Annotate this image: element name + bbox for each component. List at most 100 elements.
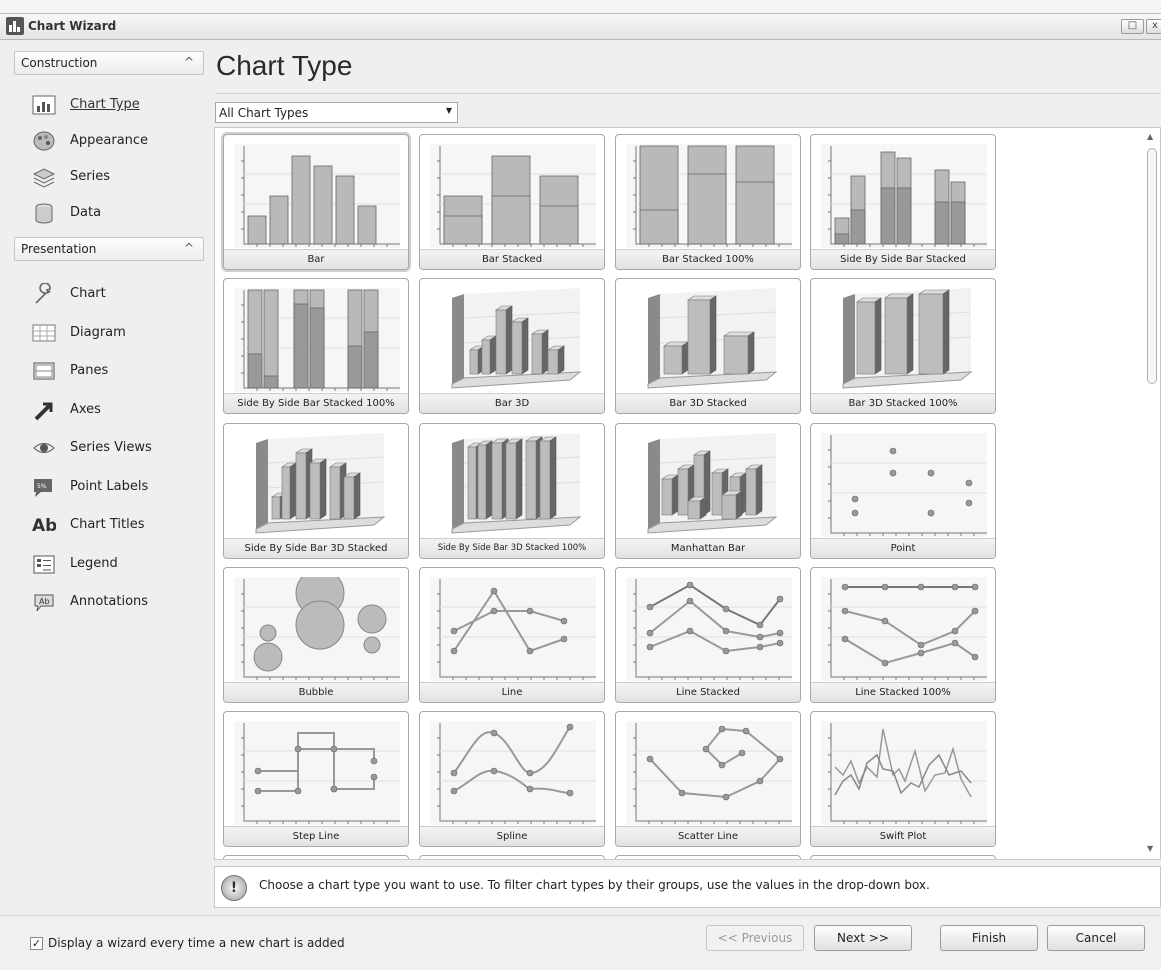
hint-text: Choose a chart type you want to use. To … bbox=[259, 878, 930, 892]
chart-type-tile-bar[interactable]: Bar bbox=[223, 134, 409, 270]
scroll-down-icon[interactable]: ▼ bbox=[1147, 844, 1153, 853]
sidebar-item-legend[interactable]: Legend bbox=[32, 551, 202, 577]
tile-label: Line bbox=[420, 682, 604, 702]
chart-type-tile-bar-3d-stacked-100[interactable]: Bar 3D Stacked 100% bbox=[810, 278, 996, 414]
sidebar-item-label: Series Views bbox=[70, 440, 152, 455]
hint-box: ! Choose a chart type you want to use. T… bbox=[214, 866, 1161, 908]
chevron-up-icon: ^ bbox=[183, 241, 194, 255]
dropdown-arrow-icon: ▼ bbox=[445, 106, 452, 115]
sidebar-item-data[interactable]: Data bbox=[32, 200, 202, 226]
tile-label: Bar 3D Stacked 100% bbox=[811, 393, 995, 413]
chart-type-tile-partial[interactable] bbox=[419, 855, 605, 859]
bubble-thumbnail-icon bbox=[234, 577, 400, 681]
vertical-scrollbar[interactable]: ▲ ▼ bbox=[1143, 128, 1160, 859]
footer: ✓ Display a wizard every time a new char… bbox=[0, 915, 1161, 970]
sidebar-item-annotations[interactable]: Ab Annotations bbox=[32, 589, 202, 615]
tile-label: Spline bbox=[420, 826, 604, 846]
scroll-up-icon[interactable]: ▲ bbox=[1147, 132, 1153, 141]
chart-type-tile-partial[interactable] bbox=[810, 855, 996, 859]
barstacked100-thumbnail-icon bbox=[626, 144, 792, 248]
diagram-icon bbox=[32, 324, 56, 341]
tile-label: Swift Plot bbox=[811, 826, 995, 846]
tile-label: Bar 3D Stacked bbox=[616, 393, 800, 413]
chart-type-tile-step-line[interactable]: Step Line bbox=[223, 711, 409, 847]
chart-type-tile-side-by-side-bar-stacked-100[interactable]: Side By Side Bar Stacked 100% bbox=[223, 278, 409, 414]
chevron-up-icon: ^ bbox=[183, 55, 194, 69]
sidebar-item-chart-titles[interactable]: Ab Chart Titles bbox=[32, 512, 202, 538]
chart-type-filter-dropdown[interactable]: All Chart Types ▼ bbox=[215, 102, 458, 123]
show-wizard-checkbox[interactable]: ✓ bbox=[30, 937, 43, 950]
chart-type-tile-bar-3d-stacked[interactable]: Bar 3D Stacked bbox=[615, 278, 801, 414]
stepline-thumbnail-icon bbox=[234, 721, 400, 825]
chart-type-tile-side-by-side-bar-3d-stacked[interactable]: Side By Side Bar 3D Stacked bbox=[223, 423, 409, 559]
legend-icon bbox=[33, 555, 55, 573]
chart-type-tile-partial[interactable] bbox=[615, 855, 801, 859]
info-icon: ! bbox=[221, 875, 247, 901]
sidebar-item-label: Point Labels bbox=[70, 478, 149, 494]
bar-chart-icon bbox=[32, 95, 56, 115]
chart-type-tile-side-by-side-bar-stacked[interactable]: Side By Side Bar Stacked bbox=[810, 134, 996, 270]
restore-button[interactable]: □ bbox=[1121, 19, 1144, 34]
presentation-group-header[interactable]: Presentation ^ bbox=[14, 237, 204, 261]
chart-type-tile-bar-stacked[interactable]: Bar Stacked bbox=[419, 134, 605, 270]
chart-type-tile-partial[interactable] bbox=[223, 855, 409, 859]
sidebar-item-label: Legend bbox=[70, 555, 118, 571]
chart-type-tile-spline[interactable]: Spline bbox=[419, 711, 605, 847]
sidebar-item-point-labels[interactable]: 5% Point Labels bbox=[32, 474, 202, 500]
chart-type-tile-manhattan-bar[interactable]: Manhattan Bar bbox=[615, 423, 801, 559]
cancel-button[interactable]: Cancel bbox=[1047, 925, 1145, 951]
tile-label: Bar Stacked 100% bbox=[616, 249, 800, 269]
eye-icon bbox=[33, 443, 55, 453]
show-wizard-label[interactable]: Display a wizard every time a new chart … bbox=[48, 936, 345, 950]
chart-type-tile-swift-plot[interactable]: Swift Plot bbox=[810, 711, 996, 847]
tile-label: Side By Side Bar 3D Stacked bbox=[224, 538, 408, 558]
sidebar-item-series-views[interactable]: Series Views bbox=[32, 435, 202, 461]
tile-label: Bubble bbox=[224, 682, 408, 702]
point-label-icon: 5% bbox=[34, 478, 52, 497]
tile-label: Bar bbox=[224, 249, 408, 269]
sidebar-item-appearance[interactable]: Appearance bbox=[32, 128, 202, 154]
sidebar-item-label: Panes bbox=[70, 363, 109, 378]
group-title: Construction bbox=[21, 56, 98, 70]
sbs3d100-thumbnail-icon bbox=[451, 433, 582, 534]
tile-label: Side By Side Bar Stacked 100% bbox=[224, 393, 408, 413]
tile-label: Step Line bbox=[224, 826, 408, 846]
sidebar-item-axes[interactable]: Axes bbox=[32, 397, 202, 423]
divider bbox=[216, 93, 1161, 94]
tile-label: Scatter Line bbox=[616, 826, 800, 846]
manhattan-thumbnail-icon bbox=[647, 433, 778, 534]
chart-type-tile-line[interactable]: Line bbox=[419, 567, 605, 703]
sidebar-item-chart[interactable]: Chart bbox=[32, 281, 202, 307]
title-bar: Chart Wizard □ x bbox=[0, 14, 1161, 40]
chart-type-tile-line-stacked-100[interactable]: Line Stacked 100% bbox=[810, 567, 996, 703]
page-title: Chart Type bbox=[216, 50, 353, 81]
sidebar-item-label: Annotations bbox=[70, 594, 149, 609]
construction-group-header[interactable]: Construction ^ bbox=[14, 51, 204, 75]
svg-text:Ab: Ab bbox=[32, 516, 56, 536]
tile-label: Side By Side Bar 3D Stacked 100% bbox=[420, 538, 604, 558]
chart-type-tile-line-stacked[interactable]: Line Stacked bbox=[615, 567, 801, 703]
chart-type-tile-point[interactable]: Point bbox=[810, 423, 996, 559]
chart-type-tile-bar-3d[interactable]: Bar 3D bbox=[419, 278, 605, 414]
next-button[interactable]: Next >> bbox=[814, 925, 912, 951]
previous-button[interactable]: << Previous bbox=[706, 925, 804, 951]
sidebar-item-label: Diagram bbox=[70, 324, 126, 340]
sidebar-item-diagram[interactable]: Diagram bbox=[32, 320, 202, 346]
scroll-thumb[interactable] bbox=[1147, 148, 1157, 384]
chart-type-tile-bar-stacked-100[interactable]: Bar Stacked 100% bbox=[615, 134, 801, 270]
sidebar-item-series[interactable]: Series bbox=[32, 164, 202, 190]
tile-label: Point bbox=[811, 538, 995, 558]
finish-button[interactable]: Finish bbox=[940, 925, 1038, 951]
chart-wizard-window: Chart Wizard □ x Construction ^ Chart Ty… bbox=[0, 0, 1161, 970]
sidebar-item-panes[interactable]: Panes bbox=[32, 358, 202, 384]
sidebar-item-chart-type[interactable]: Chart Type bbox=[32, 92, 202, 118]
sidebar-item-label: Axes bbox=[70, 401, 101, 417]
chart-type-tile-scatter-line[interactable]: Scatter Line bbox=[615, 711, 801, 847]
chart-type-tile-bubble[interactable]: Bubble bbox=[223, 567, 409, 703]
tile-label: Bar 3D bbox=[420, 393, 604, 413]
close-button[interactable]: x bbox=[1146, 19, 1161, 34]
chart-type-tile-side-by-side-bar-3d-stacked-100[interactable]: Side By Side Bar 3D Stacked 100% bbox=[419, 423, 605, 559]
tile-label: Line Stacked bbox=[616, 682, 800, 702]
bar3d-thumbnail-icon bbox=[451, 288, 582, 389]
linestacked100-thumbnail-icon bbox=[821, 577, 987, 681]
